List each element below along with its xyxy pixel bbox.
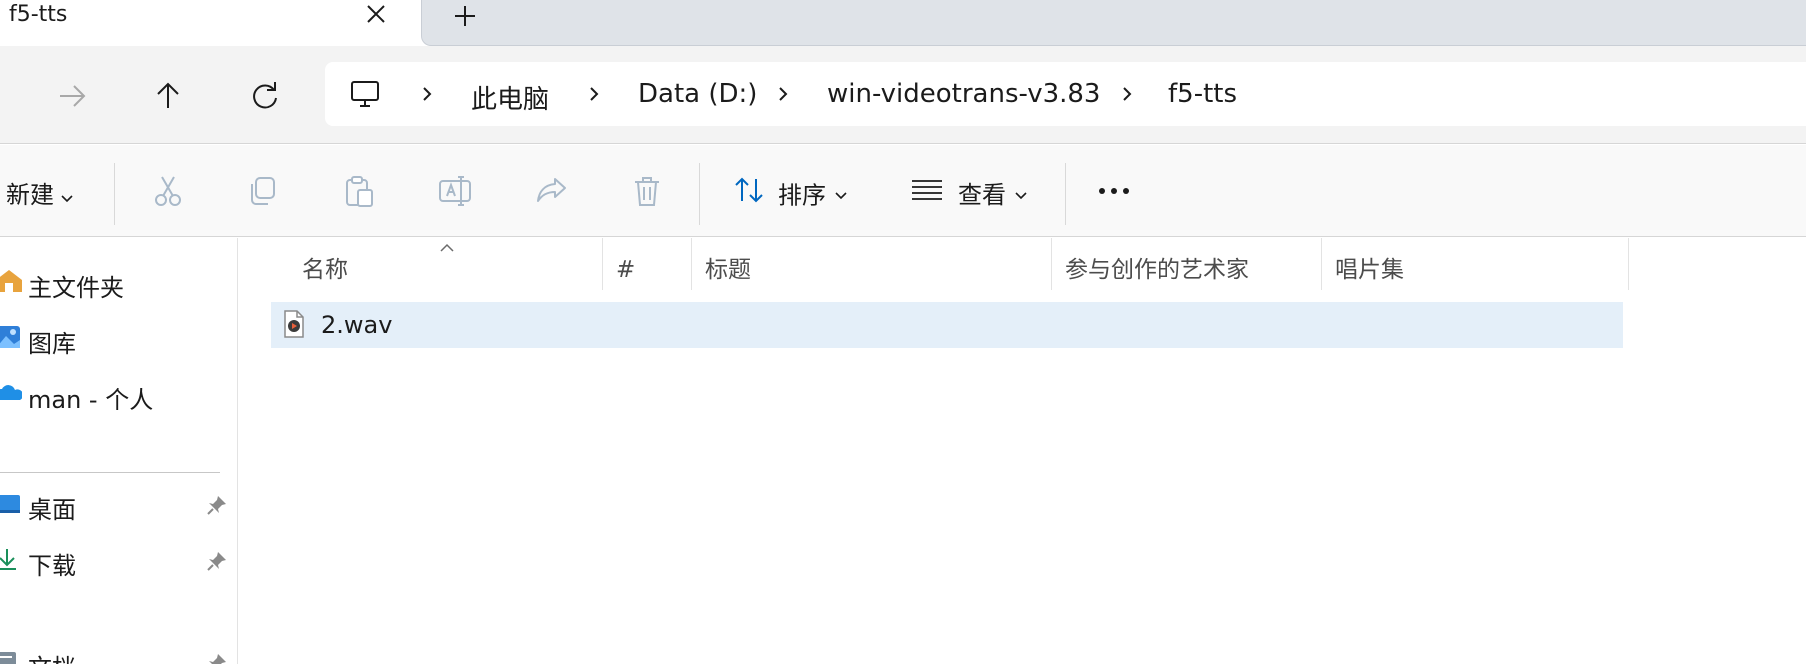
refresh-icon[interactable] [245, 76, 285, 116]
close-tab-icon[interactable] [362, 0, 390, 28]
sidebar-item-label: 下载 [28, 552, 76, 580]
breadcrumb-chevron-icon[interactable] [586, 82, 602, 106]
column-separator[interactable] [602, 238, 603, 290]
sidebar-item-home[interactable]: 主文件夹 [0, 262, 238, 302]
documents-icon [0, 648, 22, 664]
sidebar-item-label: 主文件夹 [28, 274, 124, 302]
column-header-name[interactable]: 名称 [290, 250, 348, 290]
breadcrumb-win-videotrans[interactable]: win-videotrans-v3.83 [827, 79, 1100, 109]
breadcrumb-this-pc[interactable]: 此电脑 [471, 79, 549, 116]
copy-icon[interactable] [245, 173, 281, 209]
pin-icon[interactable] [206, 494, 228, 516]
column-separator[interactable] [1321, 238, 1322, 290]
pin-icon[interactable] [206, 550, 228, 572]
address-bar[interactable]: 此电脑 Data (D:) win-videotrans-v3.83 f5-tt… [325, 62, 1806, 126]
sort-arrows-icon [732, 175, 766, 211]
sidebar-item-label: man - 个人 [28, 386, 154, 414]
tab-strip-background [421, 0, 1806, 46]
column-header-album[interactable]: 唱片集 [1323, 250, 1404, 290]
column-header-number[interactable]: # [604, 250, 635, 290]
toolbar-divider [1065, 163, 1066, 225]
gallery-icon [0, 324, 22, 350]
sidebar-item-downloads[interactable]: 下载 [0, 540, 238, 580]
delete-icon[interactable] [629, 173, 665, 209]
audio-file-icon [283, 310, 305, 338]
column-header-title[interactable]: 标题 [693, 250, 751, 290]
command-bar: 新建 排序 查看 [0, 145, 1806, 237]
tab-title[interactable]: f5-tts [9, 2, 67, 27]
navigation-row: 此电脑 Data (D:) win-videotrans-v3.83 f5-tt… [0, 46, 1806, 144]
sidebar-item-label: 图库 [28, 330, 76, 358]
new-button-label: 新建 [6, 181, 54, 209]
onedrive-cloud-icon [0, 380, 24, 406]
chevron-down-icon [60, 182, 74, 210]
pin-icon[interactable] [206, 652, 228, 664]
toolbar-divider [699, 163, 700, 225]
chevron-down-icon [834, 179, 848, 207]
sort-ascending-caret-icon [439, 238, 455, 252]
breadcrumb-f5-tts[interactable]: f5-tts [1168, 79, 1237, 109]
new-button[interactable]: 新建 [6, 175, 74, 210]
sidebar-item-label: 文档 [28, 648, 76, 664]
file-list: 名称 # 标题 参与创作的艺术家 唱片集 2.wav [239, 238, 1806, 664]
breadcrumb-data-drive[interactable]: Data (D:) [638, 79, 757, 109]
column-separator[interactable] [691, 238, 692, 290]
view-button-label: 查看 [958, 181, 1006, 209]
new-tab-plus-icon[interactable] [450, 1, 480, 31]
navigation-pane: 主文件夹 图库 man - 个人 桌面 下载 [0, 238, 238, 664]
sidebar-item-desktop[interactable]: 桌面 [0, 484, 238, 524]
download-icon [0, 546, 22, 572]
sidebar-item-gallery[interactable]: 图库 [0, 318, 238, 358]
column-header-contributing-artists[interactable]: 参与创作的艺术家 [1053, 250, 1249, 290]
paste-icon[interactable] [341, 173, 377, 209]
sort-button-label: 排序 [778, 181, 826, 210]
column-separator[interactable] [1051, 238, 1052, 290]
table-row[interactable]: 2.wav [271, 302, 1623, 348]
home-icon [0, 268, 22, 294]
this-pc-icon[interactable] [349, 78, 381, 110]
sidebar-item-onedrive[interactable]: man - 个人 [0, 374, 238, 414]
toolbar-divider [114, 163, 115, 225]
column-separator[interactable] [1628, 238, 1629, 290]
view-lines-icon [910, 177, 944, 209]
breadcrumb-chevron-icon[interactable] [419, 82, 435, 106]
up-arrow-icon[interactable] [148, 76, 188, 116]
cut-icon[interactable] [150, 173, 186, 209]
share-icon[interactable] [533, 173, 569, 209]
chevron-down-icon [1014, 179, 1028, 207]
forward-arrow-icon[interactable] [52, 76, 92, 116]
sort-button[interactable]: 排序 [732, 175, 848, 211]
sidebar-divider [0, 472, 220, 473]
breadcrumb-chevron-icon[interactable] [775, 82, 791, 106]
sidebar-item-label: 桌面 [28, 496, 76, 524]
file-explorer-window: f5-tts 此电脑 Data (D:) win-videotrans-v3.8… [0, 0, 1806, 664]
sidebar-item-documents[interactable]: 文档 [0, 642, 238, 664]
file-name: 2.wav [321, 311, 393, 339]
desktop-icon [0, 490, 22, 516]
more-options-icon[interactable] [1094, 173, 1138, 209]
view-button[interactable]: 查看 [910, 175, 1028, 210]
rename-icon[interactable] [437, 173, 473, 209]
tab-strip: f5-tts [0, 0, 1806, 46]
breadcrumb-chevron-icon[interactable] [1119, 82, 1135, 106]
